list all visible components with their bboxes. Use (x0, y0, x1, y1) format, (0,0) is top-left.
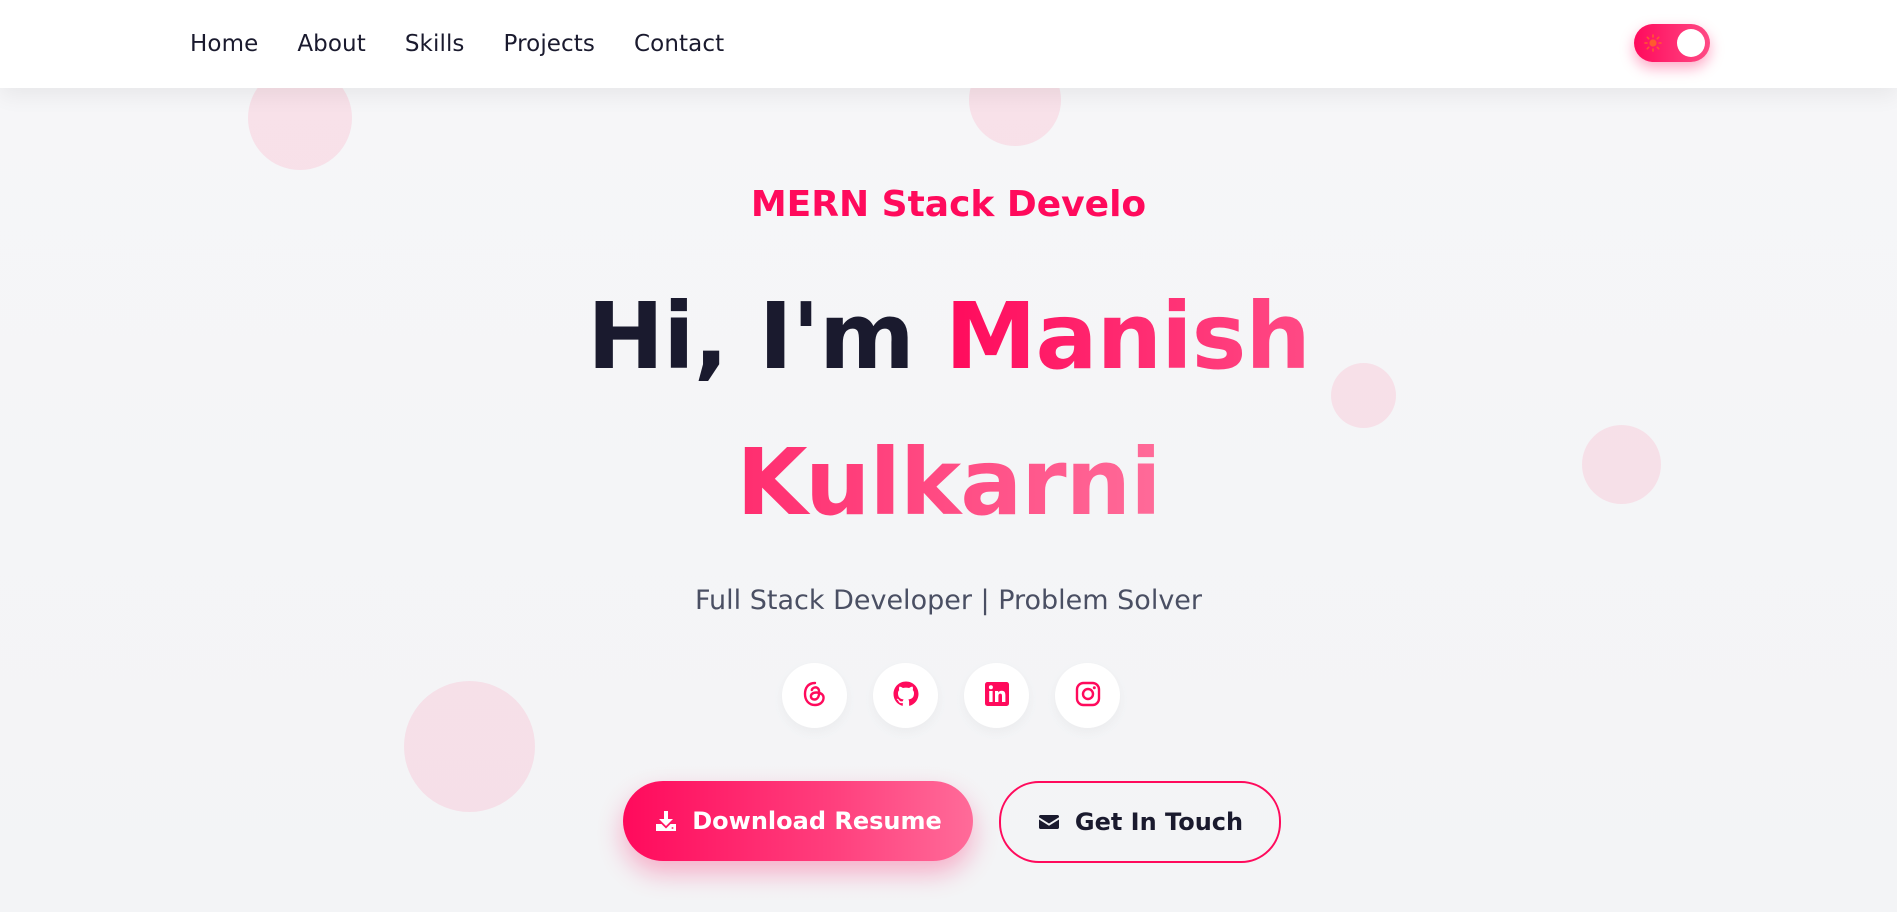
social-links (782, 663, 1120, 728)
theme-toggle[interactable] (1634, 24, 1710, 62)
nav-link-contact[interactable]: Contact (634, 31, 724, 57)
hero-tagline: Full Stack Developer | Problem Solver (694, 585, 1203, 616)
linkedin-icon (982, 679, 1012, 713)
nav-links: Home About Skills Projects Contact (190, 0, 724, 88)
nav-link-home[interactable]: Home (190, 31, 258, 57)
envelope-icon (1037, 810, 1061, 834)
hero-last-name: Kulkarni (736, 429, 1161, 536)
threads-link[interactable] (782, 663, 847, 728)
decorative-bubble (404, 681, 535, 812)
nav-link-about[interactable]: About (297, 31, 366, 57)
hero-greeting: Hi, I'm (587, 283, 915, 390)
download-resume-label: Download Resume (692, 807, 942, 835)
threads-icon (800, 679, 830, 713)
get-in-touch-label: Get In Touch (1074, 808, 1244, 836)
hero-heading-line-1: Hi, I'm Manish (0, 282, 1897, 392)
toggle-knob (1677, 29, 1705, 57)
hero-first-name: Manish (944, 283, 1311, 390)
linkedin-link[interactable] (964, 663, 1029, 728)
nav-link-projects[interactable]: Projects (504, 31, 595, 57)
download-icon (654, 809, 678, 833)
role-typewriter-text: MERN Stack Develo (750, 184, 1147, 225)
instagram-icon (1073, 679, 1103, 713)
nav-link-skills[interactable]: Skills (405, 31, 465, 57)
portfolio-page: Home About Skills Projects Contact MERN … (0, 0, 1897, 912)
navbar: Home About Skills Projects Contact (0, 0, 1897, 88)
instagram-link[interactable] (1055, 663, 1120, 728)
github-link[interactable] (873, 663, 938, 728)
hero-heading-line-2: Kulkarni (0, 428, 1897, 538)
get-in-touch-button[interactable]: Get In Touch (999, 781, 1281, 863)
download-resume-button[interactable]: Download Resume (623, 781, 973, 861)
sun-icon (1644, 34, 1662, 52)
github-icon (891, 679, 921, 713)
